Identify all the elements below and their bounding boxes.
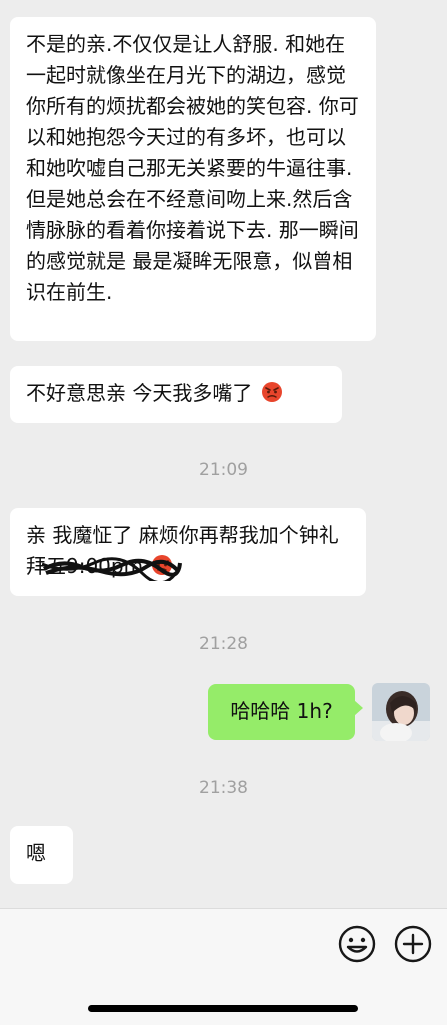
smiley-icon[interactable] bbox=[336, 923, 378, 965]
message-bubble-incoming[interactable]: 不是的亲.不仅仅是让人舒服. 和她在一起时就像坐在月光下的湖边，感觉你所有的烦扰… bbox=[10, 17, 376, 341]
angry-face-emoji bbox=[261, 382, 282, 402]
message-bubble-incoming[interactable]: 亲 我魔怔了 麻烦你再帮我加个钟礼拜五9:00pm bbox=[10, 508, 366, 596]
user-avatar[interactable] bbox=[372, 683, 430, 741]
message-bubble-outgoing[interactable]: 哈哈哈 1h? bbox=[208, 684, 355, 740]
message-text: 哈哈哈 1h? bbox=[230, 699, 333, 723]
chat-area: 不是的亲.不仅仅是让人舒服. 和她在一起时就像坐在月光下的湖边，感觉你所有的烦扰… bbox=[0, 0, 447, 908]
bubble-tail bbox=[354, 700, 363, 716]
avatar-image bbox=[372, 683, 430, 741]
home-indicator bbox=[88, 1005, 358, 1012]
timestamp: 21:38 bbox=[199, 778, 248, 798]
message-text: 不是的亲.不仅仅是让人舒服. 和她在一起时就像坐在月光下的湖边，感觉你所有的烦扰… bbox=[26, 32, 359, 304]
timestamp: 21:28 bbox=[199, 634, 248, 654]
timestamp: 21:09 bbox=[199, 460, 248, 480]
redacted-text: 五9:00pm bbox=[42, 551, 182, 582]
plus-icon[interactable] bbox=[392, 923, 434, 965]
message-bubble-incoming[interactable]: 不好意思亲 今天我多嘴了 bbox=[10, 366, 342, 423]
message-bubble-incoming[interactable]: 嗯 bbox=[10, 826, 73, 884]
message-text: 嗯 bbox=[26, 841, 46, 865]
message-text: 不好意思亲 今天我多嘴了 bbox=[26, 381, 253, 405]
redaction-scribble bbox=[42, 557, 182, 581]
